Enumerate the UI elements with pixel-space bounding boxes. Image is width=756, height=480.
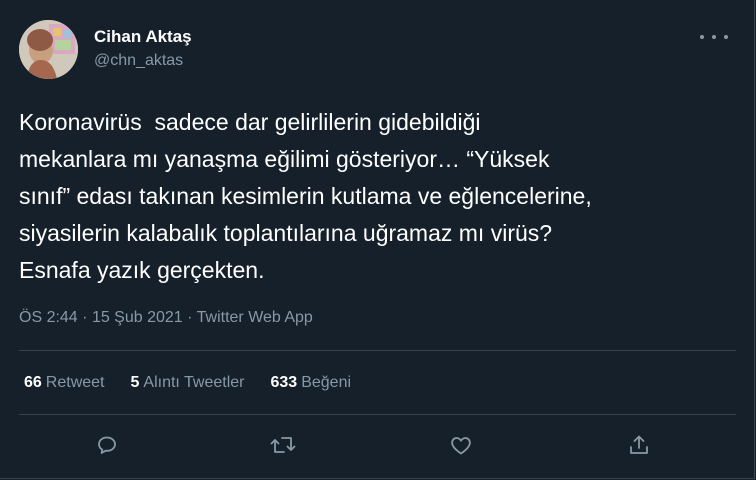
avatar[interactable] [19, 20, 78, 79]
retweet-button[interactable] [268, 430, 298, 460]
dot [724, 35, 728, 39]
retweets-label: Retweet [45, 374, 105, 391]
tweet-time[interactable]: ÖS 2:44 [19, 309, 78, 326]
tweet-meta: ÖS 2:44 · 15 Şub 2021 · Twitter Web App [19, 309, 313, 327]
quotes-stat[interactable]: 5 Alıntı Tweetler [131, 374, 245, 392]
share-button[interactable] [624, 430, 654, 460]
meta-separator: · [187, 309, 197, 326]
retweets-count: 66 [24, 374, 42, 391]
dot [712, 35, 716, 39]
meta-separator: · [82, 309, 92, 326]
tweet-actions [0, 430, 756, 460]
like-button[interactable] [446, 430, 476, 460]
reply-icon [98, 436, 116, 454]
divider [19, 350, 736, 351]
retweet-icon [270, 437, 296, 453]
divider [19, 414, 736, 415]
likes-label: Beğeni [301, 374, 352, 391]
share-icon [630, 435, 648, 454]
quotes-count: 5 [130, 374, 140, 391]
likes-count: 633 [270, 374, 298, 391]
tweet-source[interactable]: Twitter Web App [197, 309, 313, 326]
retweets-stat[interactable]: 66 Retweet [24, 374, 105, 392]
author-handle[interactable]: @chn_aktas [94, 52, 183, 70]
tweet-text: Koronavirüs sadece dar gelirlilerin gide… [19, 109, 592, 283]
quotes-label: Alıntı Tweetler [143, 374, 245, 391]
likes-stat[interactable]: 633 Beğeni [271, 374, 352, 392]
author-name[interactable]: Cihan Aktaş [94, 27, 192, 47]
tweet-date[interactable]: 15 Şub 2021 [92, 309, 183, 326]
reply-button[interactable] [92, 430, 122, 460]
tweet-stats: 66 Retweet 5 Alıntı Tweetler 633 Beğeni [24, 374, 377, 392]
dot [700, 35, 704, 39]
more-options-icon[interactable] [700, 28, 728, 46]
like-icon [451, 437, 471, 455]
